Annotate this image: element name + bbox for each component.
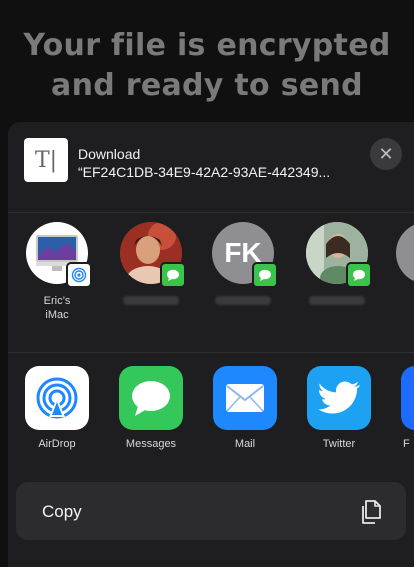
airdrop-target-erics-imac[interactable]: Eric’s iMac (22, 222, 92, 322)
app-label: AirDrop (38, 438, 76, 450)
messages-icon (119, 366, 183, 430)
app-mail[interactable]: Mail (205, 366, 285, 450)
background-title: Your file is encrypted and ready to send (23, 28, 391, 103)
file-name: “EF24C1DB-34E9-42A2-93AE-442349... (78, 164, 331, 180)
app-partial[interactable]: F (393, 366, 414, 450)
apps-row: AirDrop Messages Mail Twitter F (8, 358, 414, 458)
share-sheet: T| Download “EF24C1DB-34E9-42A2-93AE-442… (8, 122, 414, 567)
contact-avatar (396, 222, 414, 284)
close-button[interactable]: ✕ (370, 138, 402, 170)
app-twitter[interactable]: Twitter (299, 366, 379, 450)
file-title: Download (78, 146, 141, 162)
app-airdrop[interactable]: AirDrop (17, 366, 97, 450)
messages-icon (252, 262, 278, 288)
contact-fk[interactable]: FK (208, 222, 278, 305)
contact-name-blurred (123, 296, 179, 305)
copy-action[interactable]: Copy (16, 482, 406, 540)
app-label: F (403, 438, 410, 450)
divider (8, 212, 414, 213)
app-label: Messages (125, 438, 177, 450)
app-messages[interactable]: Messages (111, 366, 191, 450)
app-label: Mail (234, 438, 256, 450)
twitter-icon (307, 366, 371, 430)
close-icon: ✕ (378, 143, 394, 164)
contact-name-blurred (215, 296, 271, 305)
airdrop-icon (66, 262, 92, 288)
airdrop-icon (25, 366, 89, 430)
copy-icon (358, 498, 386, 526)
app-icon (401, 366, 414, 430)
messages-icon (346, 262, 372, 288)
copy-label: Copy (42, 502, 82, 521)
divider (8, 352, 414, 353)
contact-partial[interactable] (396, 222, 414, 284)
file-header: T| Download “EF24C1DB-34E9-42A2-93AE-442… (8, 122, 414, 212)
messages-icon (160, 262, 186, 288)
contact-photo-1[interactable] (116, 222, 186, 305)
app-label: Twitter (322, 438, 356, 450)
contact-photo-2[interactable] (302, 222, 372, 305)
person-label: Eric’s iMac (43, 295, 71, 321)
contact-name-blurred (309, 296, 365, 305)
mail-icon (213, 366, 277, 430)
text-file-icon: T| (24, 138, 68, 182)
people-row: Eric’s iMac FK (8, 222, 414, 334)
